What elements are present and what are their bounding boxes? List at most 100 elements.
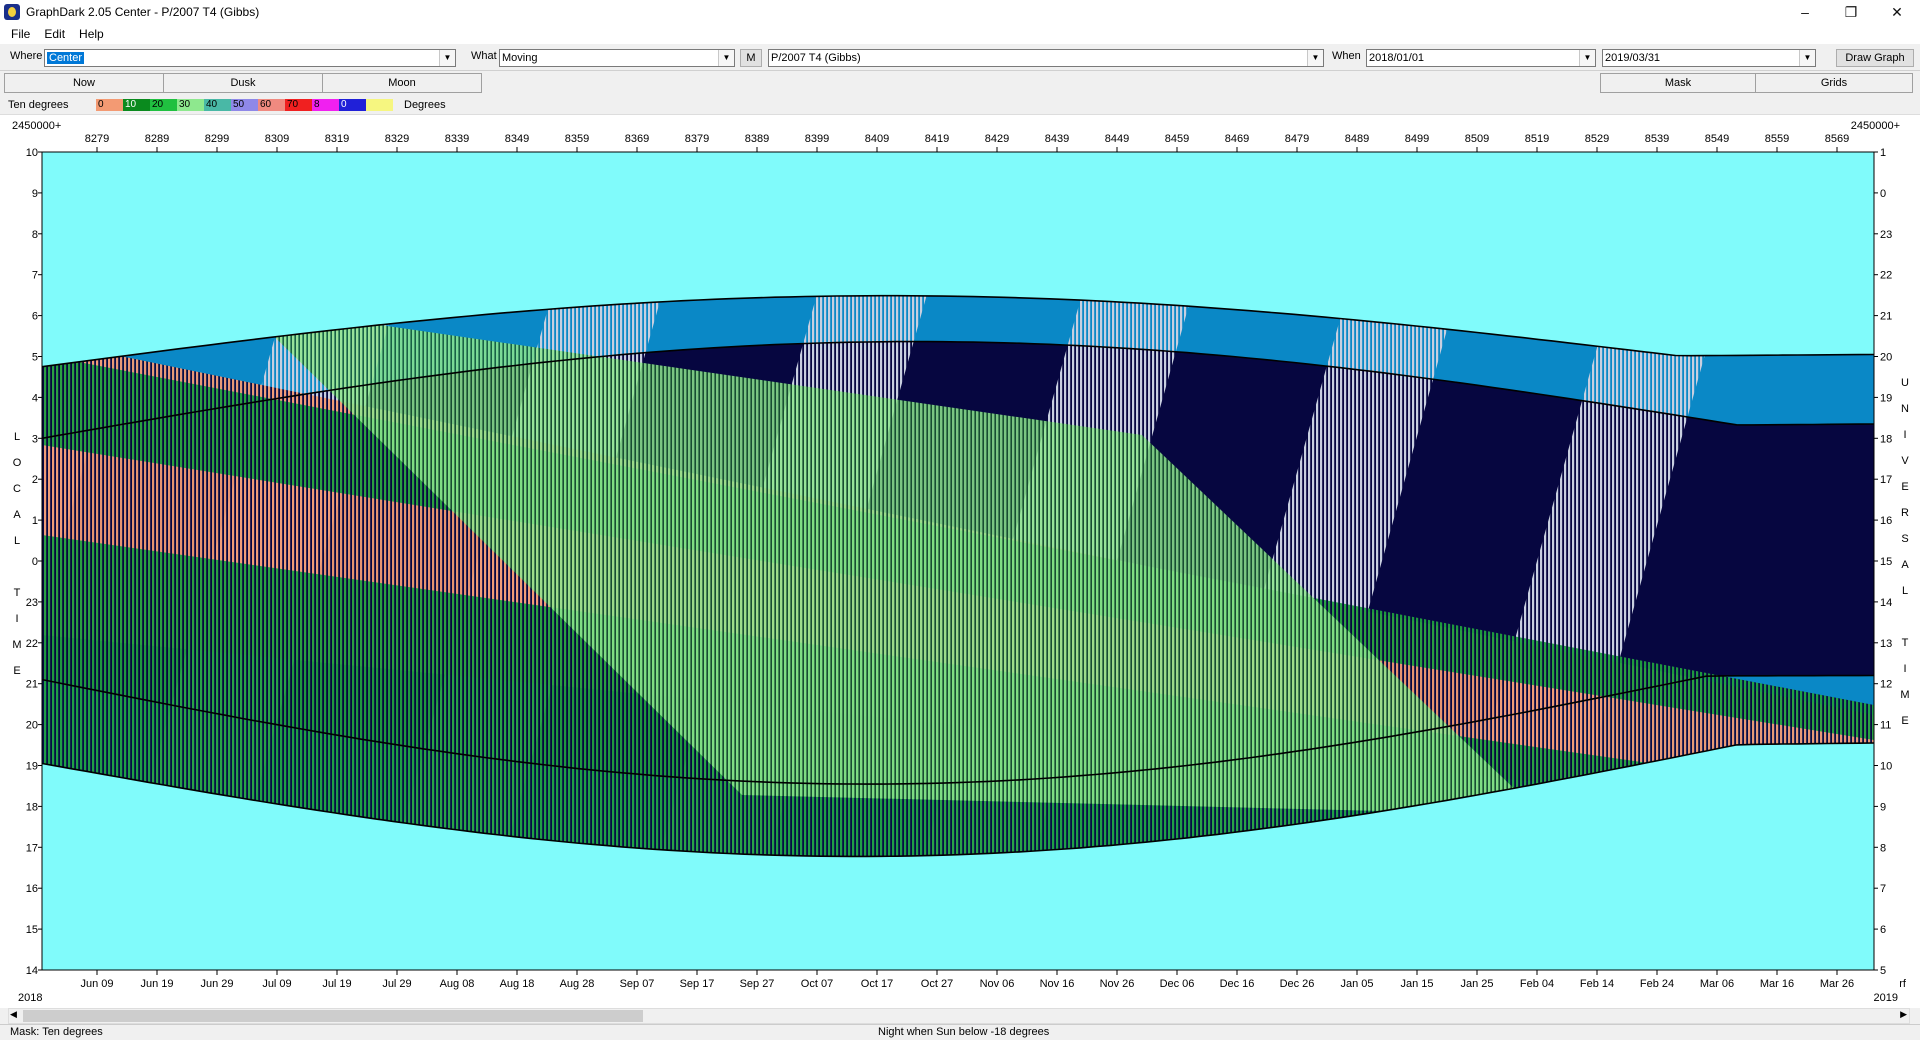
year-right: 2019	[1874, 992, 1898, 1004]
tab-dusk[interactable]: Dusk	[163, 73, 323, 93]
date-tick-label: Oct 27	[921, 978, 953, 990]
jd-prefix-right: 2450000+	[1851, 120, 1900, 132]
date-tick-label: Feb 24	[1640, 978, 1674, 990]
scroll-thumb[interactable]	[23, 1010, 643, 1022]
status-night: Night when Sun below -18 degrees	[878, 1026, 1050, 1038]
ut-hour-label: 7	[1880, 883, 1886, 895]
date-tick-label: Sep 17	[680, 978, 715, 990]
local-hour-label: 6	[32, 311, 38, 323]
minimize-icon[interactable]: –	[1782, 0, 1828, 24]
date-tick-label: Nov 06	[980, 978, 1015, 990]
jd-tick-label: 8329	[385, 133, 409, 145]
local-time-axis-letter: T	[14, 587, 21, 599]
app-icon	[4, 4, 20, 20]
local-time-axis-letter: I	[15, 613, 18, 625]
ut-hour-label: 16	[1880, 515, 1892, 527]
what-select[interactable]: Moving ▼	[499, 49, 735, 67]
object-value: P/2007 T4 (Gibbs)	[771, 52, 861, 64]
when-start-select[interactable]: 2018/01/01 ▼	[1366, 49, 1596, 67]
window-title: GraphDark 2.05 Center - P/2007 T4 (Gibbs…	[26, 5, 260, 19]
jd-tick-label: 8279	[85, 133, 109, 145]
chevron-down-icon[interactable]: ▼	[718, 50, 734, 66]
jd-tick-label: 8519	[1525, 133, 1549, 145]
jd-tick-label: 8469	[1225, 133, 1249, 145]
m-button[interactable]: M	[740, 49, 762, 67]
legend-band-2: 20	[150, 99, 177, 111]
legend-band-10	[366, 99, 393, 111]
local-time-axis-letter: L	[14, 535, 20, 547]
ut-hour-label: 6	[1880, 924, 1886, 936]
date-tick-label: Dec 06	[1160, 978, 1195, 990]
legend-band-3: 30	[177, 99, 204, 111]
jd-tick-label: 8559	[1765, 133, 1789, 145]
local-time-axis-letter: A	[13, 509, 21, 521]
date-tick-label: Mar 06	[1700, 978, 1734, 990]
legend-band-7: 70	[285, 99, 312, 111]
jd-tick-label: 8479	[1285, 133, 1309, 145]
local-hour-label: 3	[32, 433, 38, 445]
date-tick-label: Jun 29	[200, 978, 233, 990]
local-time-axis-letter: M	[12, 639, 21, 651]
local-time-axis-letter: O	[13, 457, 22, 469]
where-select[interactable]: Center ▼	[44, 49, 456, 67]
ut-hour-label: 18	[1880, 433, 1892, 445]
ut-hour-label: 1	[1880, 147, 1886, 159]
date-tick-label: Aug 28	[560, 978, 595, 990]
chevron-down-icon[interactable]: ▼	[1799, 50, 1815, 66]
close-icon[interactable]: ✕	[1874, 0, 1920, 24]
universal-time-axis-letter: T	[1902, 637, 1909, 649]
legend-band-6: 60	[258, 99, 285, 111]
date-tick-label: Oct 07	[801, 978, 833, 990]
jd-tick-label: 8299	[205, 133, 229, 145]
legend-band-0: 0	[96, 99, 123, 111]
jd-tick-label: 8439	[1045, 133, 1069, 145]
tab-moon[interactable]: Moon	[322, 73, 482, 93]
corner-label: rf	[1899, 978, 1907, 990]
ut-hour-label: 15	[1880, 556, 1892, 568]
graph-area[interactable]: 2450000+ 2450000+ 8279 8289 8299 8309 8319 8329…	[0, 114, 1920, 1008]
restore-icon[interactable]: ❐	[1828, 0, 1874, 24]
tab-mask[interactable]: Mask	[1600, 73, 1756, 93]
date-tick-label: Oct 17	[861, 978, 893, 990]
horizontal-scrollbar[interactable]: ◀ ▶	[8, 1008, 1910, 1024]
tab-now[interactable]: Now	[4, 73, 164, 93]
local-hour-label: 23	[26, 597, 38, 609]
draw-graph-button[interactable]: Draw Graph	[1836, 49, 1914, 67]
dark-time-chart[interactable]: 2450000+ 2450000+8279 8289 8299 8309 8319 8329…	[0, 115, 1920, 1009]
date-tick-label: Mar 16	[1760, 978, 1794, 990]
universal-time-axis-letter: I	[1903, 663, 1906, 675]
ut-hour-label: 5	[1880, 965, 1886, 977]
object-select[interactable]: P/2007 T4 (Gibbs) ▼	[768, 49, 1324, 67]
scroll-left-icon[interactable]: ◀	[10, 1009, 17, 1020]
legend-band-1: 10	[123, 99, 150, 111]
what-value: Moving	[502, 52, 538, 64]
universal-time-axis-letter: V	[1901, 455, 1909, 467]
local-hour-label: 5	[32, 352, 38, 364]
menu-help[interactable]: Help	[72, 27, 111, 41]
menu-edit[interactable]: Edit	[37, 27, 72, 41]
jd-tick-label: 8369	[625, 133, 649, 145]
local-hour-label: 21	[26, 679, 38, 691]
ut-hour-label: 11	[1880, 720, 1891, 732]
tab-grids[interactable]: Grids	[1755, 73, 1913, 93]
date-tick-label: Jul 29	[382, 978, 411, 990]
date-tick-label: Dec 26	[1280, 978, 1315, 990]
ut-hour-label: 12	[1880, 679, 1892, 691]
chevron-down-icon[interactable]: ▼	[439, 50, 455, 66]
date-tick-label: Aug 08	[440, 978, 475, 990]
universal-time-axis-letter: E	[1901, 715, 1908, 727]
ut-hour-label: 14	[1880, 597, 1892, 609]
local-hour-label: 18	[26, 801, 38, 813]
scroll-right-icon[interactable]: ▶	[1900, 1009, 1907, 1020]
jd-tick-label: 8339	[445, 133, 469, 145]
local-hour-label: 0	[32, 556, 38, 568]
chevron-down-icon[interactable]: ▼	[1307, 50, 1323, 66]
date-tick-label: Mar 26	[1820, 978, 1854, 990]
when-end-select[interactable]: 2019/03/31 ▼	[1602, 49, 1816, 67]
menu-file[interactable]: File	[4, 27, 37, 41]
date-tick-label: Jan 05	[1340, 978, 1373, 990]
menu-bar: File Edit Help	[0, 24, 1920, 44]
chevron-down-icon[interactable]: ▼	[1579, 50, 1595, 66]
status-mask: Mask: Ten degrees	[10, 1026, 103, 1038]
jd-tick-label: 8459	[1165, 133, 1189, 145]
